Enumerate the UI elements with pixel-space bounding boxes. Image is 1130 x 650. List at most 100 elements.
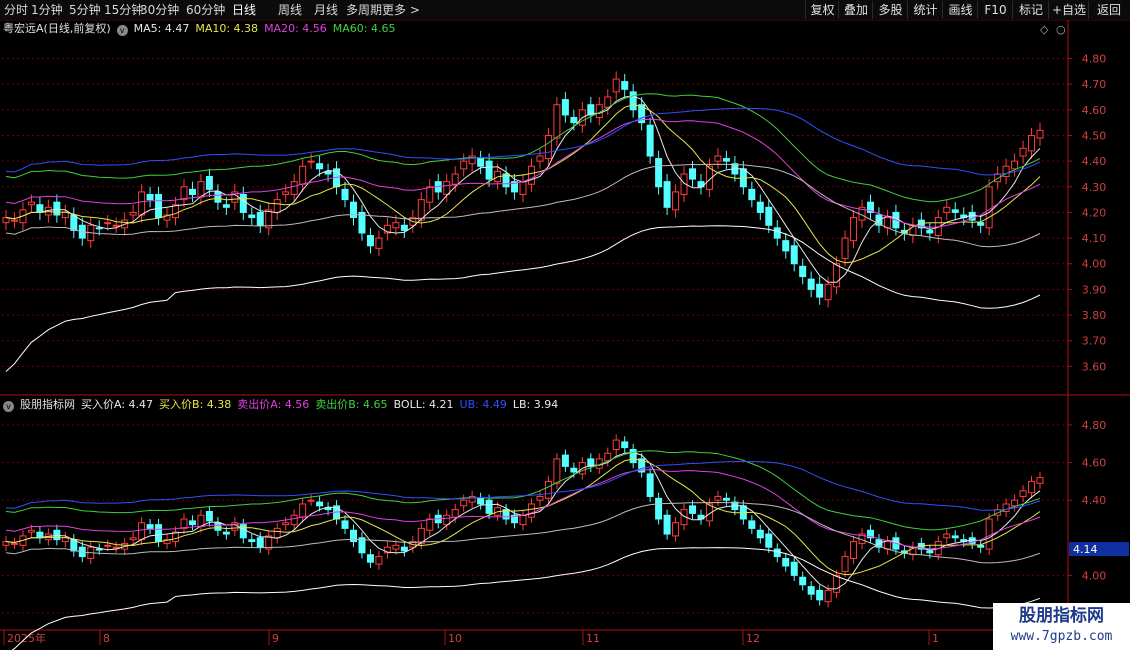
lower-candle-body: [485, 499, 493, 514]
upper-candle-body: [1036, 129, 1044, 139]
lower-candle-body: [799, 576, 807, 586]
lower-candle-body: [536, 495, 544, 501]
upper-candle-body: [282, 191, 290, 195]
upper-candle-body: [180, 186, 188, 201]
lower-candle-body: [553, 458, 561, 484]
upper-candle-body: [689, 168, 697, 180]
upper-candle-body: [756, 201, 764, 213]
time-label: 9: [272, 632, 279, 645]
lower-candle-body: [629, 448, 637, 464]
lower-candle-body: [561, 454, 569, 467]
lower-candle-body: [621, 441, 629, 449]
lower-candle-body: [951, 535, 959, 539]
lower-candle-body: [689, 505, 697, 514]
lower-candle-body: [722, 497, 730, 501]
lower-axis-label: 4.80: [1082, 419, 1107, 432]
time-label: 12: [746, 632, 760, 645]
lower-candle-body: [824, 589, 832, 603]
watermark-url: www.7gpzb.com: [1010, 629, 1113, 644]
upper-candle-body: [985, 186, 993, 229]
lower-candle-body: [663, 514, 671, 535]
lower-candle-body: [188, 520, 196, 526]
upper-candle-body: [273, 199, 281, 213]
upper-candle-body: [714, 155, 722, 162]
upper-candle-body: [375, 237, 383, 249]
site-watermark: 股朋指标网 www.7gpzb.com: [993, 603, 1130, 650]
kline-chart[interactable]: 4.80 4.70 4.60 4.50 4.40 4.30 4.20 4.10 4.00 3.90…: [0, 0, 1130, 650]
upper-candle-body: [155, 193, 163, 219]
upper-candle-body: [519, 181, 527, 195]
upper-candle-body: [799, 265, 807, 278]
diamond-icon: ◇: [1040, 23, 1049, 36]
upper-candle-body: [833, 263, 841, 288]
upper-candle-body: [426, 186, 434, 203]
lower-candle-body: [10, 542, 18, 545]
lower-candle-body: [273, 527, 281, 539]
lower-candle-body: [756, 529, 764, 539]
lower-candle-body: [926, 550, 934, 554]
lower-candle-body: [1011, 499, 1019, 507]
upper-candle-body: [553, 104, 561, 139]
upper-candle-body: [188, 188, 196, 195]
lower-candle-body: [646, 473, 654, 497]
lower-candle-body: [985, 518, 993, 550]
lower-candle-body: [104, 544, 112, 547]
lower-candle-body: [341, 520, 349, 529]
lower-candle-body: [53, 529, 61, 541]
lower-candle-body: [248, 539, 256, 543]
upper-axis-label: 4.10: [1082, 232, 1107, 245]
upper-candle-body: [807, 278, 815, 290]
lower-candle-body: [807, 586, 815, 595]
upper-candle-body: [544, 134, 552, 160]
upper-candle-body: [256, 211, 264, 226]
lower-candle-body: [655, 497, 663, 520]
lower-candle-body: [375, 556, 383, 565]
upper-candle-body: [790, 245, 798, 265]
lower-candle-body: [214, 522, 222, 531]
upper-candle-body: [722, 158, 730, 162]
lower-candle-body: [95, 548, 103, 551]
lower-candle-body: [782, 557, 790, 567]
upper-candle-body: [773, 227, 781, 239]
upper-candle-body: [400, 224, 408, 231]
circle-icon: ○: [1056, 23, 1066, 36]
lower-candle-body: [773, 548, 781, 558]
lower-candle-body: [426, 518, 434, 531]
upper-candle-body: [604, 96, 612, 108]
lower-candle-body: [299, 503, 307, 518]
lower-candle-body: [477, 497, 485, 505]
lower-candle-body: [790, 561, 798, 576]
upper-candle-body: [392, 222, 400, 229]
upper-candle-body: [655, 158, 663, 188]
upper-candle-body: [841, 237, 849, 260]
upper-ub-line: [5, 107, 1041, 176]
time-label: 10: [448, 632, 462, 645]
lower-ub-line: [5, 460, 1041, 511]
time-label: 11: [586, 632, 600, 645]
upper-axis-label: 3.90: [1082, 283, 1107, 296]
upper-candle-body: [782, 240, 790, 252]
lower-candle-body: [612, 439, 620, 450]
upper-candle-body: [36, 204, 44, 213]
upper-candle-body: [1028, 134, 1036, 152]
upper-candle-body: [621, 81, 629, 90]
upper-candle-body: [27, 201, 35, 206]
upper-candle-body: [663, 181, 671, 208]
upper-candle-body: [629, 91, 637, 111]
lower-candle-body: [451, 509, 459, 518]
lower-candle-body: [155, 524, 163, 543]
lower-candle-body: [816, 589, 824, 601]
upper-candle-body: [146, 193, 154, 201]
upper-candle-body: [290, 181, 298, 195]
upper-candle-body: [765, 206, 773, 226]
lower-candle-body: [27, 529, 35, 533]
upper-candle-body: [570, 117, 578, 124]
upper-candle-body: [239, 193, 247, 213]
lower-candle-body: [1036, 477, 1044, 484]
lower-candle-body: [672, 522, 680, 537]
lower-candle-body: [544, 480, 552, 499]
upper-axis-label: 4.30: [1082, 181, 1107, 194]
time-label: 8: [103, 632, 110, 645]
lower-candle-body: [146, 524, 154, 529]
upper-candle-body: [366, 235, 374, 247]
